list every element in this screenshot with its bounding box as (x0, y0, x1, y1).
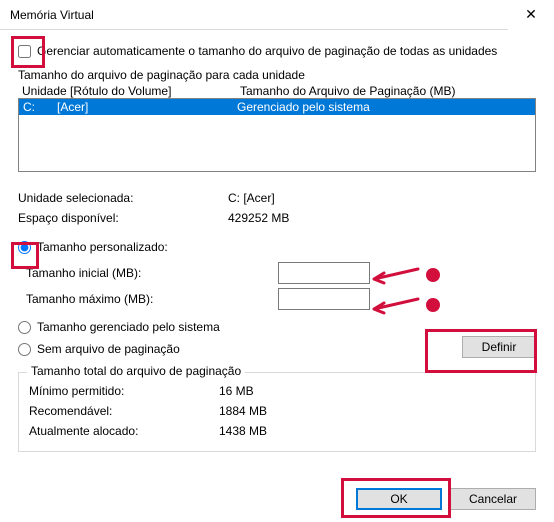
no-paging-radio[interactable] (18, 343, 31, 356)
no-paging-label: Sem arquivo de paginação (37, 342, 180, 356)
per-drive-label: Tamanho do arquivo de paginação para cad… (18, 68, 536, 82)
initial-size-label: Tamanho inicial (MB): (26, 266, 278, 280)
ok-button[interactable]: OK (356, 488, 442, 510)
close-icon: ✕ (525, 6, 537, 23)
window-title: Memória Virtual (10, 8, 508, 22)
allocated-value: 1438 MB (219, 424, 267, 438)
total-paging-legend: Tamanho total do arquivo de paginação (27, 364, 245, 378)
recommended-label: Recomendável: (29, 404, 219, 418)
recommended-value: 1884 MB (219, 404, 267, 418)
col-drive-label: Unidade [Rótulo do Volume] (22, 84, 240, 98)
custom-size-label: Tamanho personalizado: (37, 240, 168, 254)
titlebar: Memória Virtual ✕ (0, 0, 554, 30)
cancel-button[interactable]: Cancelar (450, 488, 536, 510)
initial-size-input[interactable] (278, 262, 370, 284)
col-size-label: Tamanho do Arquivo de Paginação (MB) (240, 84, 532, 98)
auto-manage-checkbox[interactable] (18, 45, 31, 58)
drive-listbox[interactable]: C: [Acer] Gerenciado pelo sistema (18, 98, 536, 172)
drive-paging-status: Gerenciado pelo sistema (237, 100, 531, 114)
drive-volume-label: [Acer] (57, 100, 237, 114)
system-managed-radio[interactable] (18, 321, 31, 334)
selected-drive-label: Unidade selecionada: (18, 191, 228, 205)
dialog-content: Gerenciar automaticamente o tamanho do a… (0, 30, 554, 452)
close-button[interactable]: ✕ (508, 0, 554, 30)
total-paging-groupbox: Tamanho total do arquivo de paginação Mí… (18, 372, 536, 452)
dialog-footer: OK Cancelar (356, 488, 536, 510)
drive-list-header: Unidade [Rótulo do Volume] Tamanho do Ar… (18, 84, 536, 98)
min-allowed-label: Mínimo permitido: (29, 384, 219, 398)
min-allowed-value: 16 MB (219, 384, 254, 398)
drive-letter: C: (23, 100, 57, 114)
system-managed-label: Tamanho gerenciado pelo sistema (37, 320, 220, 334)
space-available-value: 429252 MB (228, 211, 289, 225)
custom-size-radio[interactable] (18, 241, 31, 254)
max-size-input[interactable] (278, 288, 370, 310)
selected-drive-value: C: [Acer] (228, 191, 275, 205)
auto-manage-label: Gerenciar automaticamente o tamanho do a… (37, 44, 497, 58)
max-size-label: Tamanho máximo (MB): (26, 292, 278, 306)
drive-list-row[interactable]: C: [Acer] Gerenciado pelo sistema (19, 99, 535, 115)
allocated-label: Atualmente alocado: (29, 424, 219, 438)
space-available-label: Espaço disponível: (18, 211, 228, 225)
set-button[interactable]: Definir (462, 336, 536, 358)
